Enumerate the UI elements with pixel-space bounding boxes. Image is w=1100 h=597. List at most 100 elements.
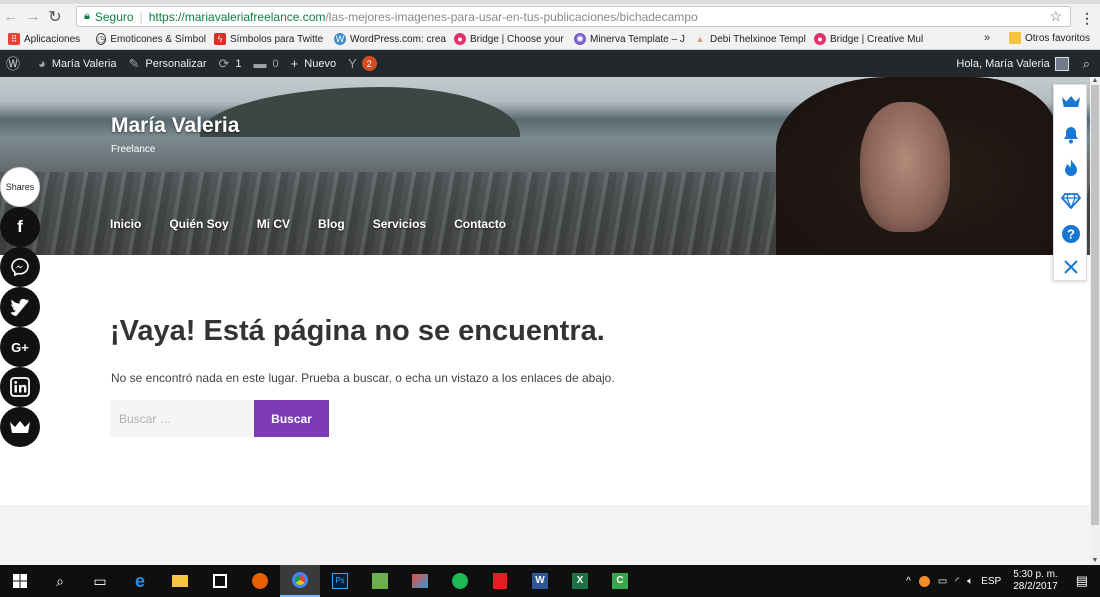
site-title[interactable]: María Valeria xyxy=(111,114,239,138)
nav-item-blog[interactable]: Blog xyxy=(318,217,345,231)
bell-icon[interactable] xyxy=(1054,118,1088,151)
site-description: Freelance xyxy=(111,144,156,155)
clock[interactable]: 5:30 p. m. 28/2/2017 xyxy=(1013,569,1058,593)
bookmark-item[interactable]: ✺ Minerva Template – J xyxy=(574,33,686,45)
camtasia-icon[interactable]: C xyxy=(600,565,640,597)
avast-icon[interactable] xyxy=(918,575,930,587)
linkedin-icon[interactable] xyxy=(0,367,40,407)
twitter-icon[interactable] xyxy=(0,287,40,327)
nav-item-servicios[interactable]: Servicios xyxy=(373,217,426,231)
bookmark-item[interactable]: ⠿ Aplicaciones xyxy=(8,33,88,45)
search-icon[interactable]: ⌕ xyxy=(40,565,80,597)
acrobat-icon[interactable] xyxy=(480,565,520,597)
spotify-icon[interactable] xyxy=(440,565,480,597)
other-bookmarks-folder[interactable]: Otros favoritos xyxy=(1008,32,1090,44)
scroll-up-arrow-icon[interactable]: ▲ xyxy=(1091,77,1099,85)
bridge-icon: ● xyxy=(454,33,466,45)
windows-start-icon[interactable] xyxy=(0,565,40,597)
page-scrollbar[interactable]: ▲ ▼ xyxy=(1090,77,1100,565)
nav-item-contacto[interactable]: Contacto xyxy=(454,217,506,231)
back-icon[interactable]: ← xyxy=(0,6,22,28)
minerva-icon: ✺ xyxy=(574,33,586,45)
clock-icon: ◷ xyxy=(96,33,107,45)
clock-date: 28/2/2017 xyxy=(1013,581,1058,592)
search-button[interactable]: Buscar xyxy=(254,400,329,437)
chevron-up-icon[interactable]: ^ xyxy=(906,576,911,587)
comments-link[interactable]: ▬ 0 xyxy=(254,56,279,71)
flame-icon[interactable] xyxy=(1054,151,1088,184)
main-content: ¡Vaya! Está página no se encuentra. No s… xyxy=(0,255,1090,505)
yoast-seo-link[interactable]: Y 2 xyxy=(348,56,377,71)
updates-link[interactable]: ⟳ 1 xyxy=(219,56,242,72)
search-input[interactable] xyxy=(110,400,254,437)
language-indicator[interactable]: ESP xyxy=(981,576,1001,587)
menu-kebab-icon[interactable]: ⋮ xyxy=(1080,10,1094,27)
store-icon[interactable] xyxy=(200,565,240,597)
customize-link[interactable]: ✎ Personalizar xyxy=(128,56,206,72)
bookmark-label: Aplicaciones xyxy=(24,33,81,45)
site-name-link[interactable]: ◕ María Valeria xyxy=(38,56,116,71)
more-bookmarks-button[interactable]: » xyxy=(984,32,990,44)
bridge-icon: ● xyxy=(814,33,826,45)
debi-icon: ▲ xyxy=(695,34,705,44)
task-view-icon[interactable]: ▭ xyxy=(80,565,120,597)
address-bar-row: ← → ↻ 🔒︎ Seguro | https://mariavaleriafr… xyxy=(0,4,1100,29)
notifications-icon[interactable]: ▤ xyxy=(1076,573,1088,589)
system-tray: ^ ▭ ◜ 🔈︎ ESP 5:30 p. m. 28/2/2017 ▤ xyxy=(898,565,1100,597)
battery-icon[interactable]: ▭ xyxy=(938,576,947,587)
bookmark-item[interactable]: ▲ Debi Thelxinoe Templ xyxy=(694,33,806,45)
bookmark-item[interactable]: ◷ Emoticones & Símbol xyxy=(96,33,206,45)
messenger-icon[interactable] xyxy=(0,247,40,287)
comment-icon: ▬ xyxy=(253,56,267,71)
chrome-icon[interactable] xyxy=(280,565,320,597)
help-icon[interactable]: ? xyxy=(1054,217,1088,250)
wordpress-logo-button[interactable]: Ⓦ xyxy=(6,54,26,74)
scrollbar-thumb[interactable] xyxy=(1091,85,1099,525)
yoast-icon: Y xyxy=(348,56,357,71)
bookmark-label: Símbolos para Twitte xyxy=(230,33,324,45)
nav-item-mi-cv[interactable]: Mi CV xyxy=(257,217,290,231)
diamond-icon[interactable] xyxy=(1054,184,1088,217)
folder-icon xyxy=(1008,32,1021,44)
bookmark-star-icon[interactable]: ☆ xyxy=(1049,8,1062,25)
new-label: Nuevo xyxy=(304,57,337,70)
forward-icon[interactable]: → xyxy=(22,6,44,28)
firefox-icon[interactable] xyxy=(240,565,280,597)
new-content-link[interactable]: + Nuevo xyxy=(291,56,336,71)
bookmark-item[interactable]: ● Bridge | Creative Mul xyxy=(814,33,926,45)
brush-icon: ✎ xyxy=(128,55,140,71)
main-navigation: Inicio Quién Soy Mi CV Blog Servicios Co… xyxy=(110,217,534,231)
my-account-link[interactable]: Hola, María Valeria xyxy=(956,56,1069,71)
wp-admin-bar: Ⓦ ◕ María Valeria ✎ Personalizar ⟳ 1 ▬ 0… xyxy=(0,50,1100,77)
leaf-app-icon[interactable] xyxy=(360,565,400,597)
bookmark-item[interactable]: ϟ Símbolos para Twitte xyxy=(214,33,326,45)
facebook-icon[interactable]: f xyxy=(0,207,40,247)
crown-icon[interactable] xyxy=(1054,85,1088,118)
photoshop-icon[interactable]: Ps xyxy=(320,565,360,597)
wordpress-icon: W xyxy=(334,33,346,45)
admin-search-icon[interactable]: ⌕ xyxy=(1083,56,1090,72)
word-icon[interactable]: W xyxy=(520,565,560,597)
reload-icon[interactable]: ↻ xyxy=(44,6,66,28)
close-icon[interactable] xyxy=(1054,250,1088,283)
excel-icon[interactable]: X xyxy=(560,565,600,597)
scroll-down-arrow-icon[interactable]: ▼ xyxy=(1091,557,1099,565)
nav-item-inicio[interactable]: Inicio xyxy=(110,217,141,231)
bookmark-item[interactable]: ● Bridge | Choose your xyxy=(454,33,566,45)
file-explorer-icon[interactable] xyxy=(160,565,200,597)
bookmark-item[interactable]: W WordPress.com: crea xyxy=(334,33,446,45)
bookmarks-bar: ⠿ Aplicaciones ◷ Emoticones & Símbol ϟ S… xyxy=(0,29,1100,50)
nav-item-quien-soy[interactable]: Quién Soy xyxy=(169,217,228,231)
notification-panel: ? xyxy=(1053,84,1087,281)
clock-time: 5:30 p. m. xyxy=(1013,569,1058,580)
wifi-icon[interactable]: ◜ xyxy=(955,576,959,587)
url-bar[interactable]: 🔒︎ Seguro | https://mariavaleriafreelanc… xyxy=(76,6,1071,27)
paint-app-icon[interactable] xyxy=(400,565,440,597)
customize-label: Personalizar xyxy=(145,57,207,70)
crown-icon[interactable] xyxy=(0,407,40,447)
edge-browser-icon[interactable]: e xyxy=(120,565,160,597)
google-plus-icon[interactable]: G+ xyxy=(0,327,40,367)
svg-text:?: ? xyxy=(1067,226,1075,241)
volume-icon[interactable]: 🔈︎ xyxy=(967,576,973,587)
secure-label: Seguro xyxy=(94,9,134,24)
